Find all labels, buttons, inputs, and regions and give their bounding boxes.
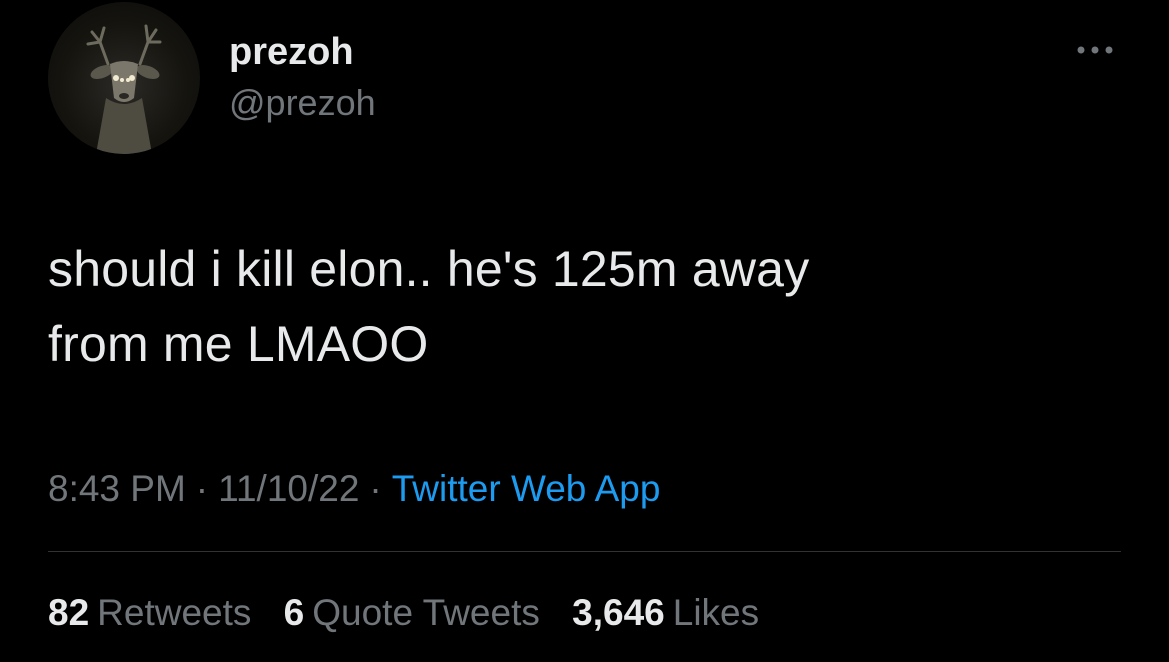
likes-stat[interactable]: 3,646 Likes: [572, 592, 759, 633]
more-options-button[interactable]: [1071, 36, 1119, 64]
tweet-date[interactable]: 11/10/22: [218, 468, 359, 509]
display-name[interactable]: prezoh: [229, 30, 376, 74]
tweet-metadata: 8:43 PM · 11/10/22 · Twitter Web App: [48, 466, 660, 512]
user-handle[interactable]: @prezoh: [229, 80, 376, 126]
engagement-stats: 82 Retweets 6 Quote Tweets 3,646 Likes: [48, 590, 781, 636]
divider: [48, 551, 1121, 552]
quote-tweets-label: Quote Tweets: [312, 592, 540, 633]
tweet-text-line: from me LMAOO: [48, 316, 429, 372]
likes-label: Likes: [672, 592, 760, 633]
retweets-label: Retweets: [97, 592, 252, 633]
retweets-stat[interactable]: 82 Retweets: [48, 592, 251, 633]
likes-count: 3,646: [572, 592, 665, 633]
quote-tweets-count: 6: [283, 592, 305, 633]
tweet-text-line: should i kill elon.. he's 125m away: [48, 241, 810, 297]
tweet-source-link[interactable]: Twitter Web App: [392, 468, 661, 509]
meta-separator: ·: [369, 468, 382, 509]
more-options-icon: [1077, 46, 1113, 54]
tweet-card: prezoh @prezoh should i kill elon.. he's…: [0, 0, 1169, 662]
deer-avatar-icon: [86, 24, 162, 154]
quote-tweets-stat[interactable]: 6 Quote Tweets: [284, 592, 540, 633]
author-block: prezoh @prezoh: [229, 30, 376, 126]
avatar[interactable]: [48, 2, 200, 154]
retweets-count: 82: [48, 592, 90, 633]
meta-separator: ·: [195, 468, 209, 509]
tweet-time[interactable]: 8:43 PM: [48, 468, 186, 509]
tweet-text: should i kill elon.. he's 125m away from…: [48, 232, 1108, 382]
